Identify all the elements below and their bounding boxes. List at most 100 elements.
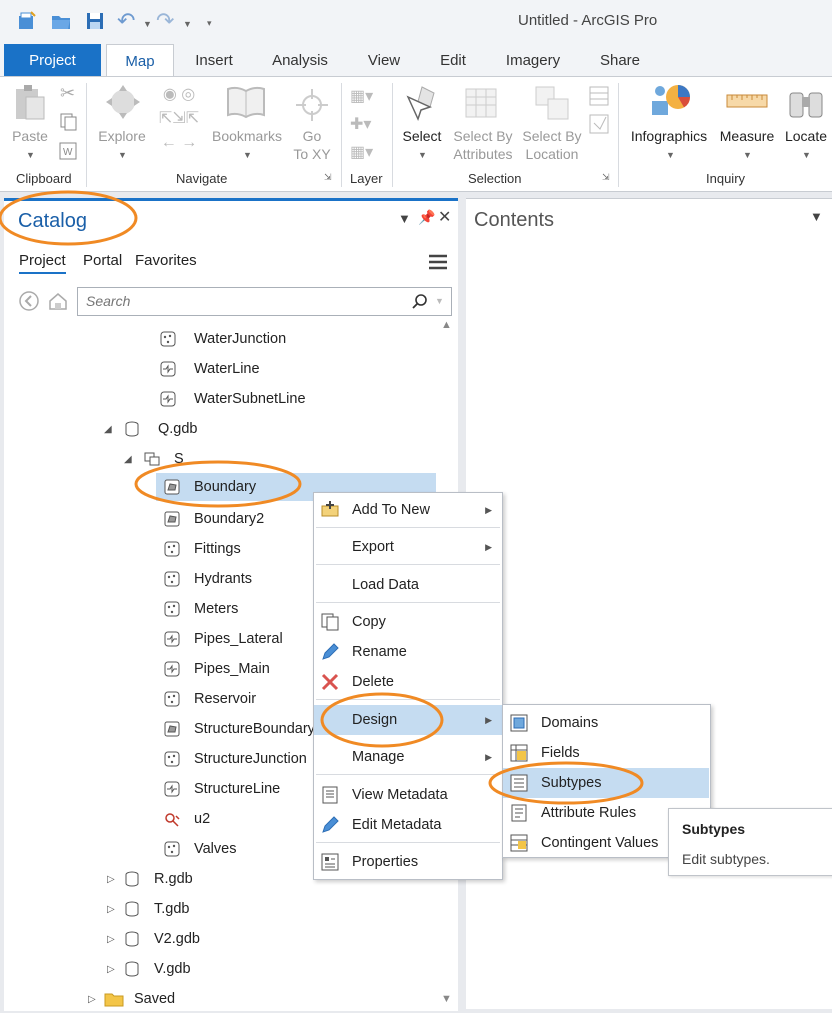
submenu-item-fields[interactable]: Fields <box>503 738 710 768</box>
group-navigate: Navigate <box>176 171 228 186</box>
explore-dropdown-icon[interactable]: ▼ <box>118 150 127 160</box>
search-input[interactable] <box>84 292 408 310</box>
locate-binoculars-icon[interactable] <box>786 83 826 123</box>
tab-edit[interactable]: Edit <box>432 44 474 76</box>
menu-item-load-data[interactable]: Load Data <box>314 570 502 600</box>
menu-divider <box>316 842 500 843</box>
menu-item-copy[interactable]: Copy <box>314 607 502 637</box>
menu-item-label: Domains <box>541 715 599 731</box>
contents-pane: Contents ▼ <box>466 198 832 1009</box>
close-icon[interactable]: ✕ <box>438 207 451 227</box>
select-by-attributes-label-2: Attributes <box>453 146 513 162</box>
infographics-icon[interactable] <box>646 81 694 123</box>
save-project-icon[interactable] <box>84 10 106 32</box>
tree-item-label: V.gdb <box>154 961 191 977</box>
tab-project[interactable]: Project <box>4 44 101 76</box>
folder-icon <box>104 993 124 1007</box>
submenu-item-domains[interactable]: Domains <box>503 708 710 738</box>
redo-dropdown-icon[interactable]: ▼ <box>183 19 192 29</box>
search-box[interactable]: ▼ <box>77 287 452 316</box>
hamburger-menu-icon[interactable] <box>428 253 448 271</box>
tab-share[interactable]: Share <box>592 44 648 76</box>
bookmarks-dropdown-icon[interactable]: ▼ <box>243 150 252 160</box>
menu-item-design[interactable]: Design ▶ <box>314 705 502 735</box>
copy-icon[interactable] <box>60 113 78 131</box>
locate-dropdown-icon[interactable]: ▼ <box>802 150 811 160</box>
title-bar: ↶ ▼ ↷ ▼ ▾ Untitled - ArcGIS Pro <box>0 0 832 44</box>
polygon-feature-class-icon <box>164 479 180 495</box>
menu-item-export[interactable]: Export ▶ <box>314 532 502 562</box>
select-dropdown-icon[interactable]: ▼ <box>418 150 427 160</box>
expand-icon[interactable]: ▷ <box>107 904 115 915</box>
pane-options-icon[interactable]: ▼ <box>398 211 411 226</box>
tree-item-label: V2.gdb <box>154 931 200 947</box>
tab-view[interactable]: View <box>358 44 410 76</box>
scroll-down-icon[interactable]: ▼ <box>441 993 452 1005</box>
expand-icon[interactable]: ▷ <box>107 934 115 945</box>
bookmarks-icon[interactable] <box>226 85 266 119</box>
undo-icon[interactable]: ↶ <box>117 8 135 34</box>
select-by-location-icon[interactable] <box>532 83 572 123</box>
clear-selection-icon[interactable] <box>588 113 610 135</box>
tab-insert[interactable]: Insert <box>188 44 240 76</box>
search-options-icon[interactable]: ▼ <box>435 296 444 306</box>
cut-icon[interactable]: ✂ <box>60 83 75 104</box>
tab-catalog-portal[interactable]: Portal <box>83 252 122 269</box>
menu-item-add-to-new[interactable]: Add To New ▶ <box>314 495 502 525</box>
redo-icon[interactable]: ↷ <box>156 8 174 34</box>
measure-dropdown-icon[interactable]: ▼ <box>743 150 752 160</box>
group-selection: Selection <box>468 171 522 186</box>
navigate-launcher-icon[interactable]: ⇲ <box>324 172 332 183</box>
properties-icon <box>321 853 339 871</box>
select-label: Select <box>402 128 442 144</box>
paste-icon[interactable] <box>12 83 48 123</box>
menu-item-label: Delete <box>352 674 394 690</box>
tab-imagery[interactable]: Imagery <box>498 44 568 76</box>
menu-item-edit-metadata[interactable]: Edit Metadata <box>314 810 502 840</box>
measure-icon[interactable] <box>726 91 768 111</box>
tab-catalog-favorites[interactable]: Favorites <box>135 252 197 269</box>
select-icon[interactable] <box>402 83 442 123</box>
search-icon[interactable] <box>412 293 428 309</box>
collapse-icon[interactable]: ◢ <box>104 424 112 435</box>
geodatabase-icon <box>125 421 139 437</box>
menu-item-rename[interactable]: Rename <box>314 637 502 667</box>
pin-icon[interactable]: 📌 <box>418 209 435 226</box>
customize-toolbar-icon[interactable]: ▾ <box>207 18 212 29</box>
attributes-table-icon[interactable] <box>588 85 610 107</box>
undo-dropdown-icon[interactable]: ▼ <box>143 19 152 29</box>
line-feature-class-icon <box>160 391 176 407</box>
tree-item-label: T.gdb <box>154 901 190 917</box>
layer-tools-icon[interactable]: ▦▾ ✚▾ ▦▾ <box>350 83 384 163</box>
pane-options-icon[interactable]: ▼ <box>810 209 823 224</box>
scroll-up-icon[interactable]: ▲ <box>441 319 452 331</box>
go-to-xy-icon[interactable] <box>294 87 330 123</box>
selection-launcher-icon[interactable]: ⇲ <box>602 172 610 183</box>
select-by-attributes-icon[interactable] <box>462 83 502 123</box>
expand-icon[interactable]: ▷ <box>107 964 115 975</box>
expand-icon[interactable]: ▷ <box>88 994 96 1005</box>
menu-item-view-metadata[interactable]: View Metadata <box>314 780 502 810</box>
explore-icon[interactable] <box>104 83 142 121</box>
menu-item-properties[interactable]: Properties <box>314 847 502 877</box>
paste-dropdown-icon[interactable]: ▼ <box>26 150 35 160</box>
open-project-icon[interactable] <box>50 10 72 32</box>
tab-analysis[interactable]: Analysis <box>262 44 338 76</box>
pencil-icon <box>322 643 339 660</box>
tree-item-label: Meters <box>194 601 239 617</box>
attribute-rules-icon <box>511 804 527 822</box>
back-icon[interactable] <box>18 290 40 312</box>
expand-icon[interactable]: ▷ <box>107 874 115 885</box>
collapse-icon[interactable]: ◢ <box>124 454 132 465</box>
tab-map[interactable]: Map <box>106 44 174 77</box>
tab-catalog-project[interactable]: Project <box>19 252 66 274</box>
new-project-icon[interactable] <box>16 10 38 32</box>
home-icon[interactable] <box>47 290 69 312</box>
menu-item-delete[interactable]: Delete <box>314 667 502 697</box>
navigate-zoom-tools-icon[interactable]: ◉ ◎ ⇱⇲⇱ ← → <box>152 83 206 161</box>
menu-item-manage[interactable]: Manage ▶ <box>314 742 502 772</box>
submenu-item-subtypes[interactable]: Subtypes <box>503 768 709 798</box>
infographics-dropdown-icon[interactable]: ▼ <box>666 150 675 160</box>
tree-item-label: Saved <box>134 991 176 1007</box>
clipboard-icon[interactable]: W <box>58 141 78 161</box>
